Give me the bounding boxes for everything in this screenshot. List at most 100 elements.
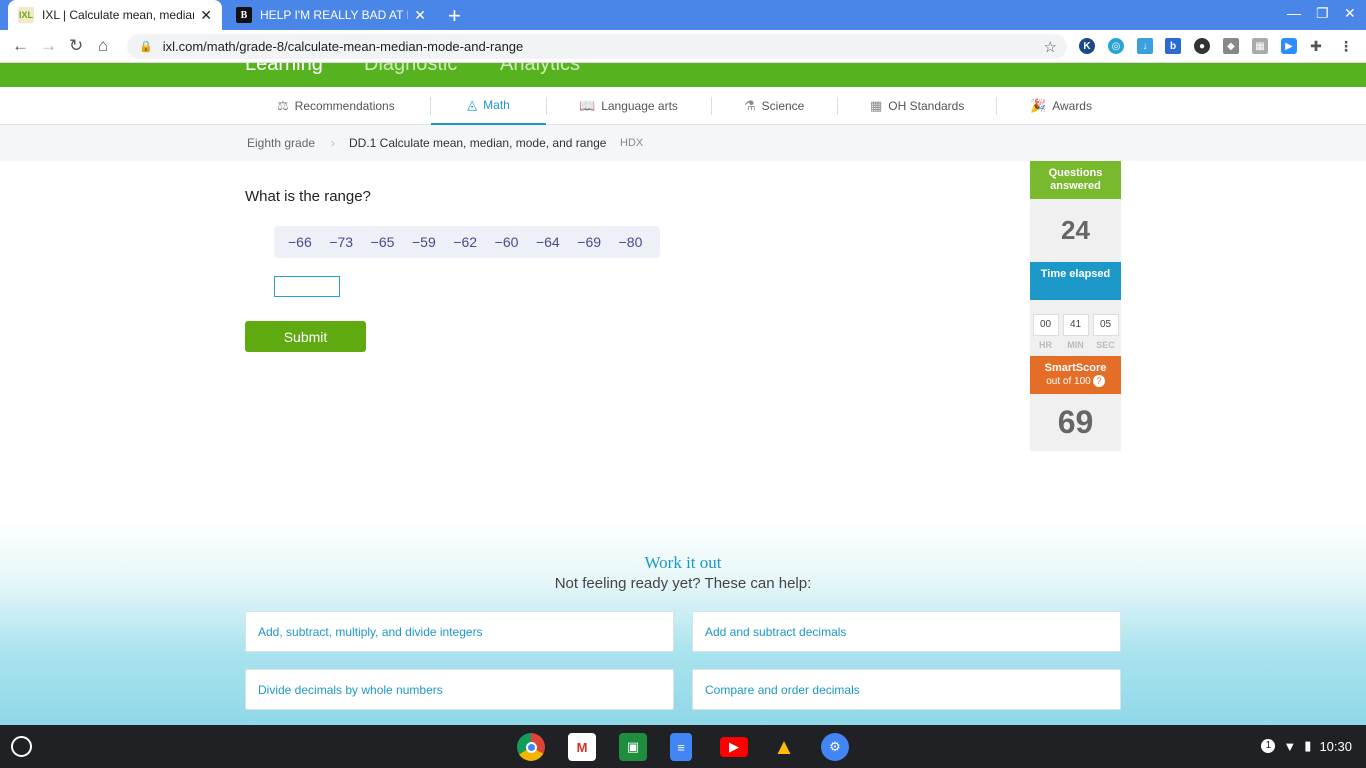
science-icon: ⚗ xyxy=(744,98,756,113)
number-item: −62 xyxy=(453,234,478,250)
number-item: −59 xyxy=(411,234,436,250)
smartscore-value: 69 xyxy=(1030,394,1121,451)
wifi-icon: ▼ xyxy=(1283,738,1297,754)
subnav-math[interactable]: ◬ Math xyxy=(431,87,546,125)
url-text: ixl.com/math/grade-8/calculate-mean-medi… xyxy=(162,39,524,54)
divider xyxy=(711,97,712,115)
extension-circle-icon[interactable]: ◎ xyxy=(1108,38,1124,54)
address-bar-row: ← → ↻ ⌂ 🔒 ixl.com/math/grade-8/calculate… xyxy=(0,30,1366,63)
number-item: −73 xyxy=(329,234,354,250)
divider xyxy=(996,97,997,115)
bookmark-star-icon[interactable]: ☆ xyxy=(1044,38,1057,56)
tab-title: IXL | Calculate mean, median, m xyxy=(42,8,194,22)
chevron-right-icon: › xyxy=(331,136,335,150)
close-tab-icon[interactable]: ✕ xyxy=(414,7,426,24)
subnav-label: OH Standards xyxy=(888,99,965,113)
smartscore-header: SmartScore out of 100? xyxy=(1030,356,1121,394)
subnav-language-arts[interactable]: 📖 Language arts xyxy=(579,87,678,125)
nav-learning[interactable]: Learning xyxy=(245,63,323,76)
breadcrumb-skill: DD.1 Calculate mean, median, mode, and r… xyxy=(349,136,607,150)
help-link[interactable]: Add and subtract decimals xyxy=(692,611,1121,652)
minimize-icon[interactable]: — xyxy=(1287,5,1301,21)
standards-icon: ▦ xyxy=(870,98,883,113)
timer-minutes-label: MIN xyxy=(1067,340,1084,350)
awards-icon: 🎉 xyxy=(1030,98,1047,113)
subnav-science[interactable]: ⚗ Science xyxy=(744,87,804,125)
number-item: −64 xyxy=(535,234,560,250)
timer-hours: 00 xyxy=(1032,314,1059,336)
subnav-oh-standards[interactable]: ▦ OH Standards xyxy=(870,87,964,125)
gmail-icon[interactable]: M xyxy=(568,733,596,761)
nav-analytics[interactable]: Analytics xyxy=(500,63,580,76)
back-icon[interactable]: ← xyxy=(12,36,29,56)
breadcrumb: Eighth grade › DD.1 Calculate mean, medi… xyxy=(0,125,1366,161)
wave-background xyxy=(0,520,1366,725)
extension-zoom-icon[interactable]: ▶ xyxy=(1281,38,1297,54)
brainly-favicon-icon: B xyxy=(236,7,252,23)
ixl-top-nav: Learning Diagnostic Analytics xyxy=(0,63,1366,87)
help-link[interactable]: Compare and order decimals xyxy=(692,669,1121,710)
settings-gear-icon[interactable]: ⚙ xyxy=(821,733,849,761)
help-link[interactable]: Divide decimals by whole numbers xyxy=(245,669,674,710)
system-tray[interactable]: 1 ▼ ▮ 10:30 xyxy=(1261,738,1352,754)
number-item: −80 xyxy=(618,234,643,250)
extension-puzzle-gray-icon[interactable]: ▦ xyxy=(1252,38,1268,54)
answer-input[interactable] xyxy=(274,276,340,297)
timer: 00 HR 41 MIN 05 SEC xyxy=(1030,300,1121,356)
extension-k-icon[interactable]: K xyxy=(1079,38,1095,54)
classroom-icon[interactable]: ▣ xyxy=(619,733,647,761)
reload-icon[interactable]: ↻ xyxy=(69,36,83,56)
timer-seconds-label: SEC xyxy=(1096,340,1115,350)
number-list: −66 −73 −65 −59 −62 −60 −64 −69 −80 xyxy=(274,226,660,258)
subnav-awards[interactable]: 🎉 Awards xyxy=(1030,87,1092,125)
number-item: −65 xyxy=(370,234,395,250)
number-item: −60 xyxy=(494,234,519,250)
work-it-out-title: Work it out xyxy=(644,553,722,572)
smartscore-sublabel: out of 100 xyxy=(1046,376,1091,387)
battery-icon: ▮ xyxy=(1304,738,1312,753)
subnav-label: Recommendations xyxy=(294,99,395,113)
help-link[interactable]: Add, subtract, multiply, and divide inte… xyxy=(245,611,674,652)
extension-save-icon[interactable]: ↓ xyxy=(1137,38,1153,54)
subnav-recommendations[interactable]: ⚖ Recommendations xyxy=(277,87,395,125)
breadcrumb-grade[interactable]: Eighth grade xyxy=(247,136,315,150)
url-field[interactable]: 🔒 ixl.com/math/grade-8/calculate-mean-me… xyxy=(127,34,1067,59)
extensions-puzzle-icon[interactable]: ✚ xyxy=(1308,38,1324,54)
close-window-icon[interactable]: ✕ xyxy=(1344,5,1356,22)
ixl-favicon-icon: IXL xyxy=(18,7,34,23)
youtube-icon[interactable]: ▶ xyxy=(720,737,748,757)
restore-icon[interactable]: ❐ xyxy=(1316,5,1329,22)
timer-minutes: 41 xyxy=(1062,314,1089,336)
tab-title: HELP I'M REALLY BAD AT MATH! xyxy=(260,8,408,22)
number-item: −69 xyxy=(577,234,602,250)
extension-tag-icon[interactable]: ◆ xyxy=(1223,38,1239,54)
chrome-icon[interactable] xyxy=(517,733,545,761)
extension-chat-icon[interactable]: ● xyxy=(1194,38,1210,54)
divider xyxy=(546,97,547,115)
new-tab-icon[interactable]: + xyxy=(448,3,461,29)
launcher-icon[interactable] xyxy=(11,736,32,757)
home-icon[interactable]: ⌂ xyxy=(98,36,108,56)
subnav-label: Science xyxy=(761,99,805,113)
submit-button[interactable]: Submit xyxy=(245,321,366,352)
browser-tab-bar: IXL IXL | Calculate mean, median, m ✕ B … xyxy=(0,0,1366,30)
book-icon: 📖 xyxy=(579,98,596,113)
skill-code: HDX xyxy=(620,137,644,149)
notification-count: 1 xyxy=(1261,739,1276,753)
question-prompt: What is the range? xyxy=(245,188,371,205)
docs-icon[interactable]: ≡ xyxy=(670,733,692,761)
drive-icon[interactable]: ▲ xyxy=(770,733,798,761)
tab-ixl[interactable]: IXL IXL | Calculate mean, median, m ✕ xyxy=(8,0,222,30)
math-icon: ◬ xyxy=(467,97,478,112)
lock-icon: 🔒 xyxy=(139,41,153,53)
nav-diagnostic[interactable]: Diagnostic xyxy=(364,63,457,76)
questions-answered-value: 24 xyxy=(1030,199,1121,262)
extension-b-icon[interactable]: b xyxy=(1165,38,1181,54)
close-tab-icon[interactable]: ✕ xyxy=(200,7,212,24)
tab-brainly[interactable]: B HELP I'M REALLY BAD AT MATH! ✕ xyxy=(226,0,436,30)
menu-kebab-icon[interactable]: ⋮ xyxy=(1338,38,1354,54)
help-question-icon[interactable]: ? xyxy=(1092,375,1105,387)
forward-icon[interactable]: → xyxy=(40,36,57,56)
timer-seconds: 05 xyxy=(1092,314,1119,336)
stats-panel: Questions answered 24 Time elapsed 00 HR… xyxy=(1030,161,1121,451)
